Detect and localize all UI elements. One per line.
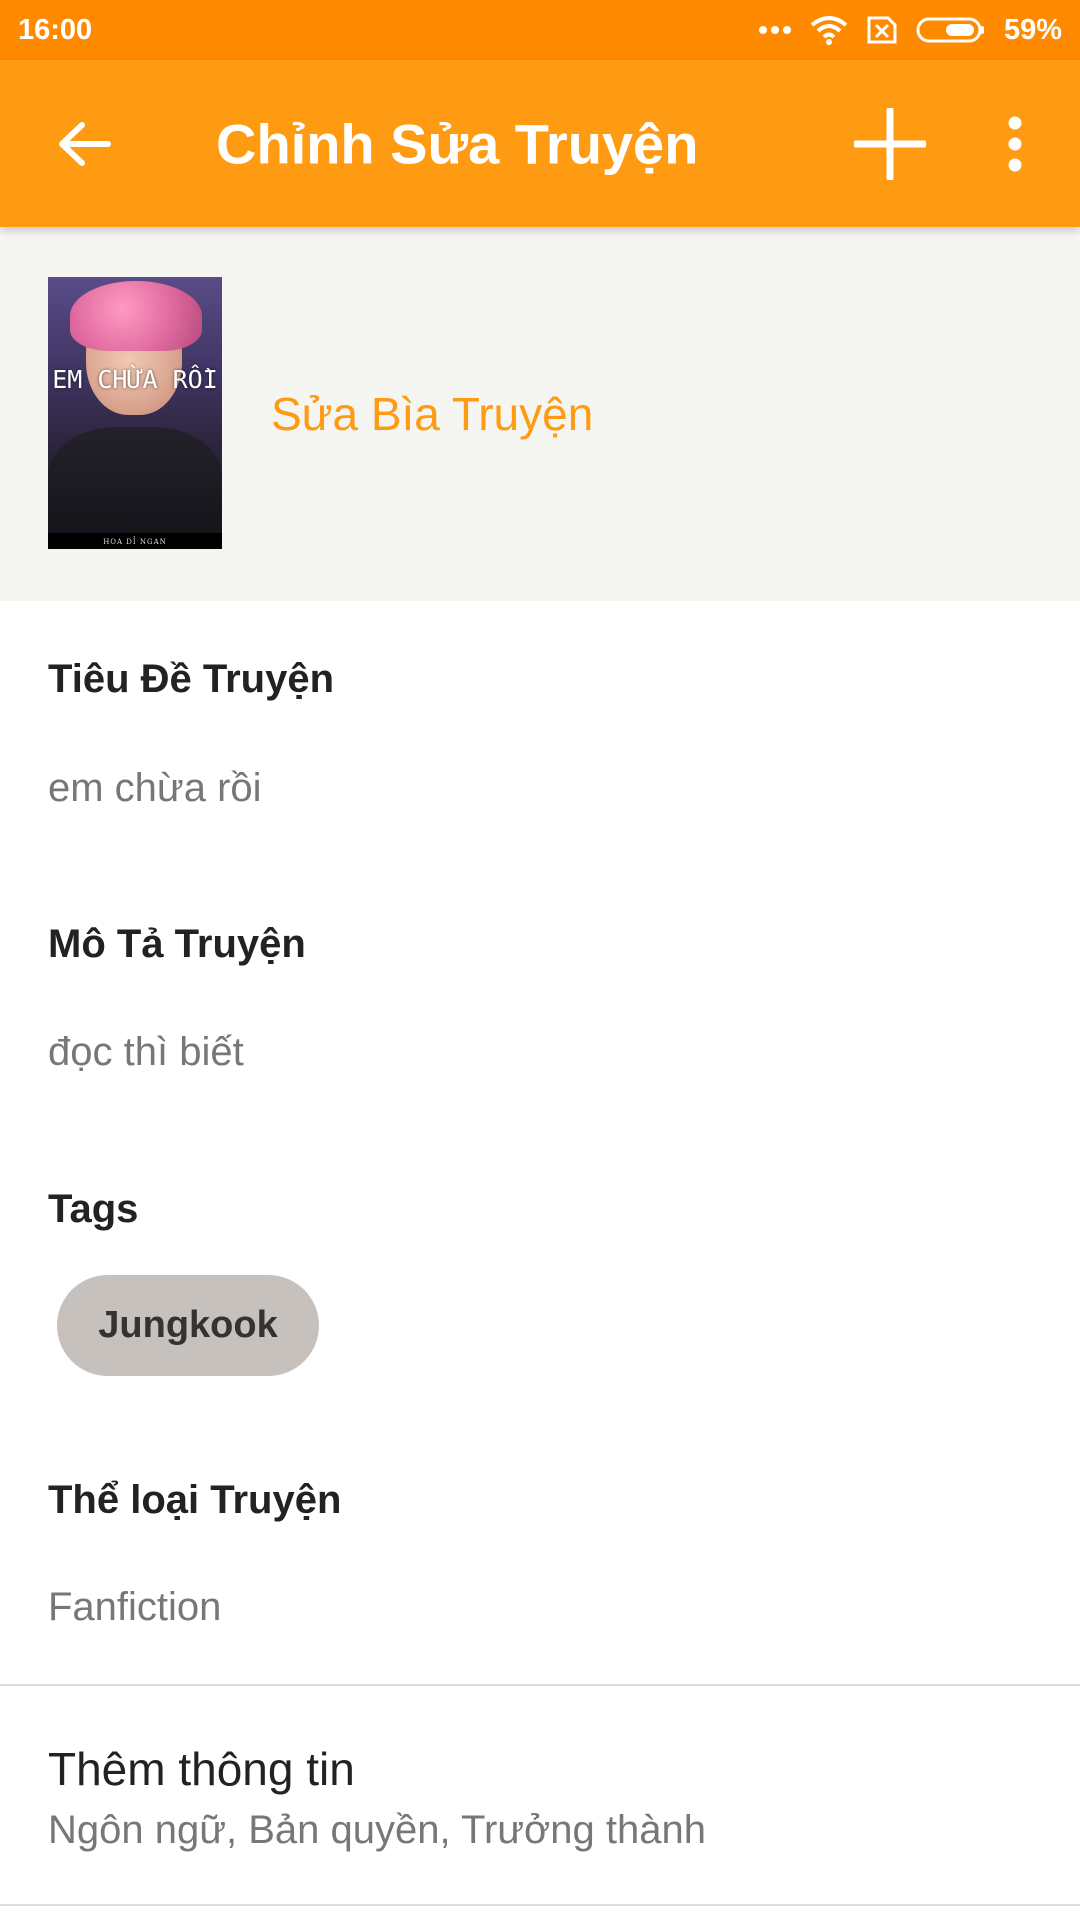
status-bar: 16:00 59%: [0, 0, 1080, 60]
plus-icon: [854, 107, 926, 180]
story-genre-select[interactable]: Fanfiction: [48, 1585, 221, 1630]
wifi-icon: [810, 15, 848, 45]
story-description-input[interactable]: đọc thì biết: [48, 1030, 244, 1075]
cover-section: EM CHỪA RỒI HOA DỈ NGAN Sửa Bìa Truyện: [0, 227, 1080, 601]
app-bar: Chỉnh Sửa Truyện: [0, 60, 1080, 227]
more-options-button[interactable]: [985, 99, 1045, 189]
status-time: 16:00: [18, 13, 93, 46]
divider: [0, 1904, 1080, 1906]
more-info-subtitle: Ngôn ngữ, Bản quyền, Trưởng thành: [48, 1808, 706, 1852]
story-cover-image[interactable]: EM CHỪA RỒI HOA DỈ NGAN: [48, 277, 222, 549]
battery-percent: 59%: [1003, 13, 1062, 46]
cover-author-text: HOA DỈ NGAN: [103, 538, 167, 546]
cover-title-text: EM CHỪA RỒI: [52, 365, 218, 394]
page-title: Chỉnh Sửa Truyện: [216, 112, 699, 175]
edit-cover-link[interactable]: Sửa Bìa Truyện: [271, 387, 593, 441]
battery-icon: [916, 16, 986, 44]
more-info-title: Thêm thông tin: [48, 1743, 355, 1795]
back-arrow-icon: [59, 121, 111, 166]
cover-art-shirt: [48, 427, 222, 549]
no-sim-icon: [866, 15, 898, 45]
more-dots-icon: [758, 25, 792, 35]
tags-label: Tags: [48, 1187, 139, 1231]
more-vert-icon: [1008, 116, 1022, 171]
back-button[interactable]: [44, 104, 124, 184]
story-title-input[interactable]: em chừa rồi: [48, 766, 262, 811]
cover-art-hair: [70, 281, 202, 351]
divider: [0, 1684, 1080, 1686]
story-title-label: Tiêu Đề Truyện: [48, 657, 335, 701]
status-icons: 59%: [758, 14, 1062, 47]
tag-chip[interactable]: Jungkook: [57, 1275, 319, 1376]
story-description-label: Mô Tả Truyện: [48, 922, 306, 966]
add-button[interactable]: [845, 99, 935, 189]
story-genre-label: Thể loại Truyện: [48, 1478, 342, 1522]
